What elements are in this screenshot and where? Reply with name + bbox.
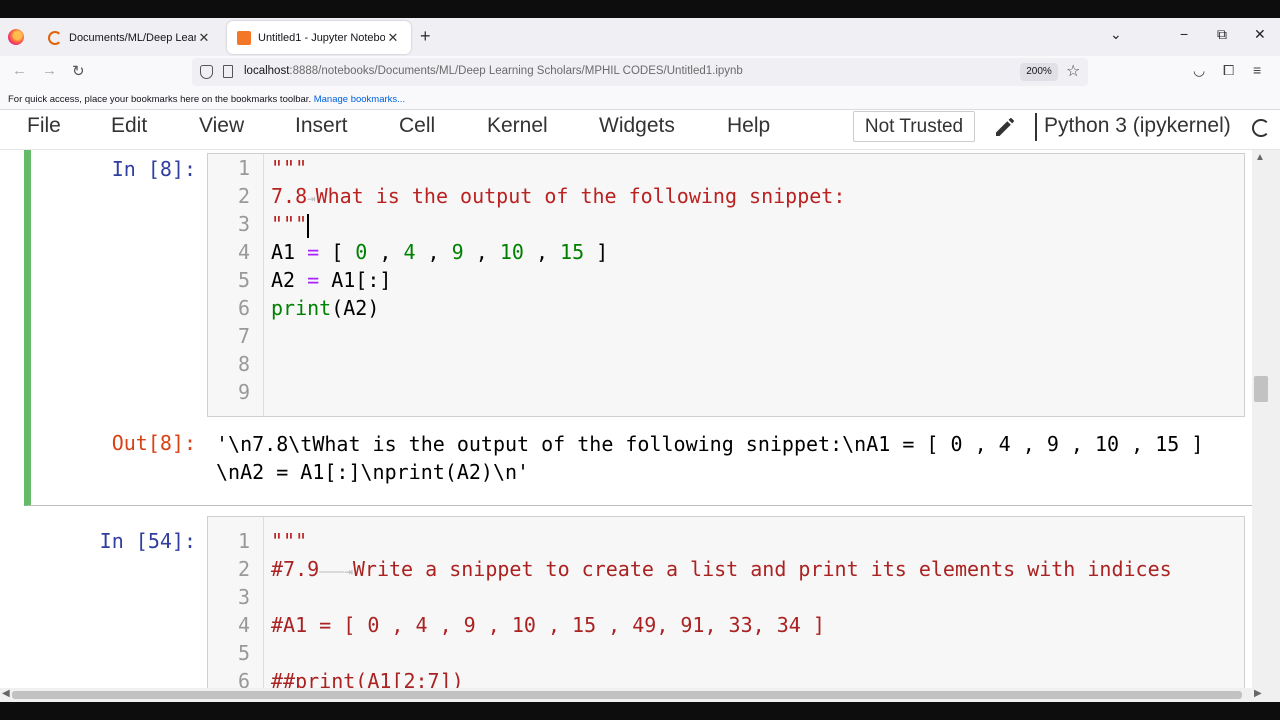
extensions-icon[interactable]: ⧠ (1223, 62, 1234, 79)
navigation-bar: ← → ↻ localhost:8888/notebooks/Documents… (0, 56, 1280, 88)
menu-file[interactable]: File (27, 114, 61, 138)
code-editor[interactable]: 1 """ 2 7.8⇥What is the output of the foll… (207, 153, 1245, 417)
bookmarks-hint: For quick access, place your bookmarks h… (8, 94, 312, 105)
vertical-scrollbar[interactable]: ▲ (1252, 150, 1280, 688)
kernel-separator (1035, 113, 1037, 141)
code-line[interactable]: #A1 = [ 0 , 4 , 9 , 10 , 15 , 49, 91, 33… (271, 611, 825, 639)
line-number: 2 (237, 184, 250, 208)
kernel-name[interactable]: Python 3 (ipykernel) (1044, 114, 1231, 138)
scroll-left-icon[interactable]: ◀ (2, 688, 10, 699)
line-number: 4 (237, 613, 250, 637)
menu-insert[interactable]: Insert (295, 114, 348, 138)
manage-bookmarks-link[interactable]: Manage bookmarks... (314, 94, 405, 105)
code-line[interactable]: A2 = A1[:] (271, 266, 391, 294)
firefox-icon[interactable] (8, 29, 24, 45)
line-number: 6 (237, 669, 250, 688)
list-tabs-icon[interactable]: ⌄ (1110, 26, 1122, 43)
line-number: 5 (237, 268, 250, 292)
new-tab-icon[interactable]: + (420, 27, 431, 45)
pocket-icon[interactable]: ◡ (1193, 62, 1205, 79)
restore-icon[interactable]: ⧉ (1217, 26, 1227, 43)
menu-cell[interactable]: Cell (399, 114, 435, 138)
notebook-icon (237, 30, 251, 45)
shield-icon[interactable] (200, 65, 213, 79)
scroll-up-icon[interactable]: ▲ (1255, 152, 1265, 163)
page-icon[interactable] (223, 65, 233, 78)
line-number: 8 (237, 352, 250, 376)
code-editor[interactable]: 1 """ 2 #7.9———⇥Write a snippet to create … (207, 516, 1245, 688)
bookmark-star-icon[interactable]: ☆ (1066, 61, 1080, 81)
tab-title: Untitled1 - Jupyter Notebook (258, 31, 385, 44)
menu-icon[interactable]: ≡ (1253, 62, 1261, 78)
line-number: 3 (237, 212, 250, 236)
input-prompt: In [8]: (111, 157, 196, 181)
kernel-status-icon (1252, 119, 1270, 137)
line-number: 1 (237, 529, 250, 553)
code-line[interactable]: ##print(A1[2:7]) (271, 667, 464, 688)
input-prompt: In [54]: (99, 529, 196, 553)
menu-edit[interactable]: Edit (111, 114, 147, 138)
loading-spinner-icon (48, 30, 62, 45)
line-number: 6 (237, 296, 250, 320)
code-line[interactable]: #7.9———⇥Write a snippet to create a list… (271, 555, 1172, 586)
line-number: 4 (237, 240, 250, 264)
code-line[interactable]: print(A2) (271, 294, 379, 322)
bottom-bezel (0, 702, 1280, 720)
minimize-icon[interactable]: − (1180, 26, 1188, 42)
text-cursor (307, 213, 310, 238)
horizontal-scroll-thumb[interactable] (12, 691, 1242, 699)
line-number: 7 (237, 324, 250, 348)
line-number: 9 (237, 380, 250, 404)
notebook-container: In [8]: 1 """ 2 7.8⇥What is the output of … (0, 150, 1252, 688)
bookmarks-toolbar: For quick access, place your bookmarks h… (0, 88, 1280, 110)
cell-output: '\n7.8\tWhat is the output of the follow… (216, 432, 1216, 484)
menu-widgets[interactable]: Widgets (599, 114, 675, 138)
menu-kernel[interactable]: Kernel (487, 114, 548, 138)
menu-help[interactable]: Help (727, 114, 770, 138)
jupyter-menubar: File Edit View Insert Cell Kernel Widget… (0, 110, 1280, 150)
code-line[interactable]: A1 = [ 0 , 4 , 9 , 10 , 15 ] (271, 238, 608, 266)
code-line[interactable]: """ (271, 527, 307, 555)
browser-tab-bar: Documents/ML/Deep Learning Sc ✕ Untitled… (0, 18, 1280, 56)
scroll-right-icon[interactable]: ▶ (1254, 688, 1262, 699)
code-line[interactable]: 7.8⇥What is the output of the following … (271, 182, 845, 213)
line-number: 3 (237, 585, 250, 609)
reload-icon[interactable]: ↻ (72, 62, 85, 80)
line-number: 1 (237, 156, 250, 180)
trust-button[interactable]: Not Trusted (853, 111, 975, 142)
top-bezel (0, 0, 1280, 18)
zoom-level-button[interactable]: 200% (1020, 63, 1058, 81)
forward-icon[interactable]: → (42, 62, 57, 79)
close-icon[interactable]: ✕ (196, 30, 212, 46)
line-number: 5 (237, 641, 250, 665)
output-prompt: Out[8]: (111, 431, 196, 455)
vertical-scroll-thumb[interactable] (1254, 376, 1268, 402)
back-icon[interactable]: ← (12, 62, 27, 79)
code-line[interactable]: """ (271, 154, 307, 182)
tab-untitled1[interactable]: Untitled1 - Jupyter Notebook ✕ (227, 21, 411, 54)
window-close-icon[interactable]: ✕ (1254, 26, 1266, 43)
tab-title: Documents/ML/Deep Learning Sc (69, 31, 196, 44)
url-bar[interactable]: localhost:8888/notebooks/Documents/ML/De… (192, 58, 1088, 86)
tab-documents[interactable]: Documents/ML/Deep Learning Sc ✕ (38, 21, 222, 54)
code-line[interactable]: """ (271, 210, 310, 238)
close-icon[interactable]: ✕ (385, 30, 401, 46)
pencil-icon[interactable] (993, 115, 1017, 139)
url-host: localhost (244, 65, 290, 77)
url-text[interactable]: localhost:8888/notebooks/Documents/ML/De… (244, 65, 743, 77)
horizontal-scrollbar[interactable]: ◀ ▶ (0, 688, 1280, 702)
menu-view[interactable]: View (199, 114, 244, 138)
line-number: 2 (237, 557, 250, 581)
url-path: :8888/notebooks/Documents/ML/Deep Learni… (289, 65, 743, 77)
